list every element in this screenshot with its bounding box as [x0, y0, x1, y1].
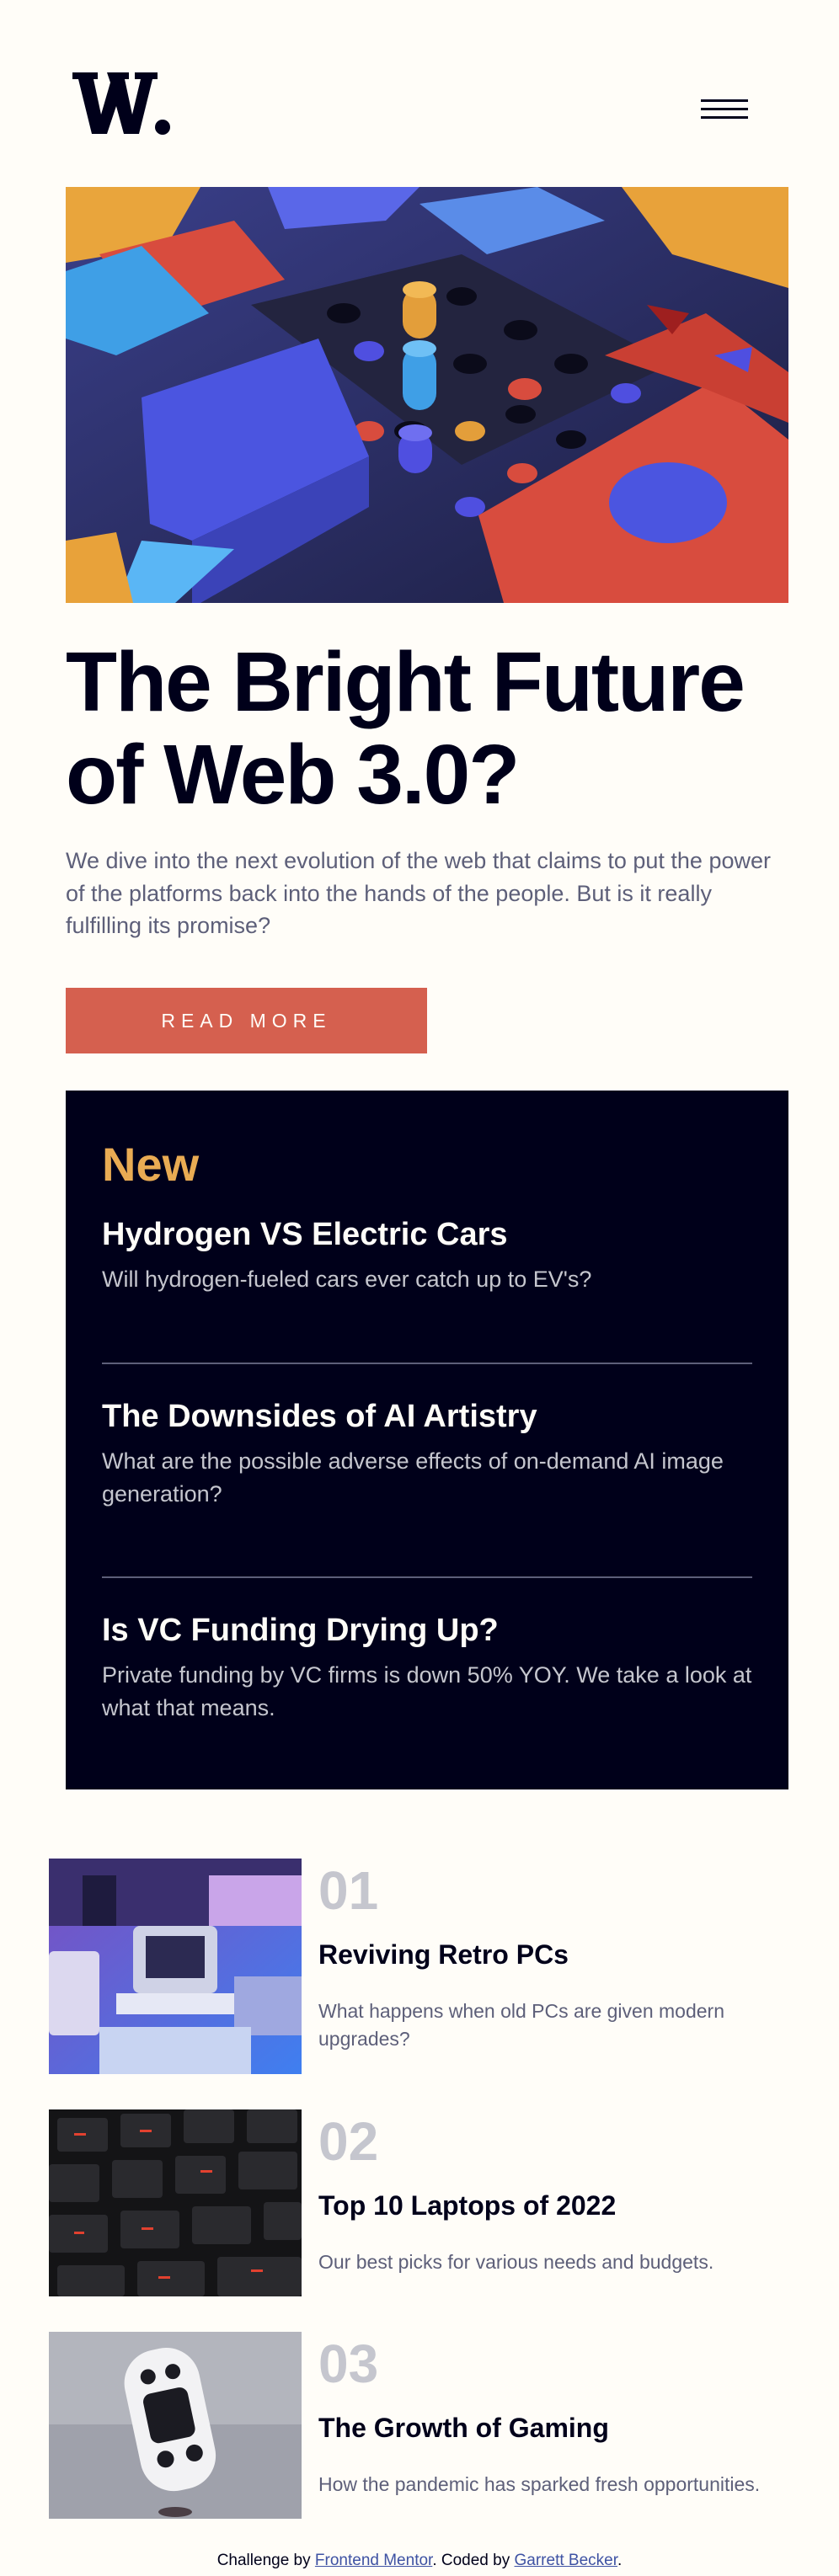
logo[interactable] [72, 69, 172, 136]
retro-pc-image[interactable] [49, 1859, 302, 2074]
article-number: 03 [318, 2333, 379, 2394]
article-number: 01 [318, 1860, 379, 1921]
divider [102, 1363, 752, 1364]
article-text: How the pandemic has sparked fresh oppor… [318, 2473, 761, 2495]
game-controller-image[interactable] [49, 2332, 302, 2519]
new-item-text: What are the possible adverse effects of… [102, 1448, 724, 1507]
article-title[interactable]: Top 10 Laptops of 2022 [318, 2190, 616, 2221]
new-articles-panel: New Hydrogen VS Electric Cars Will hydro… [66, 1091, 788, 1789]
menu-hamburger-icon[interactable] [701, 99, 748, 123]
frontend-mentor-link[interactable]: Frontend Mentor [315, 2552, 432, 2569]
divider [102, 1576, 752, 1578]
article-text: What happens when old PCs are given mode… [318, 2000, 725, 2050]
new-heading: New [102, 1138, 200, 1191]
new-item-title[interactable]: The Downsides of AI Artistry [102, 1399, 752, 1435]
new-item[interactable]: Hydrogen VS Electric Cars Will hydrogen-… [102, 1217, 752, 1296]
article-title[interactable]: Reviving Retro PCs [318, 1939, 569, 1971]
footer-text: Challenge by [216, 2552, 315, 2569]
menu-bar [701, 108, 748, 110]
hero-title-line: of Web 3.0? [66, 728, 520, 822]
author-link[interactable]: Garrett Becker [515, 2552, 618, 2569]
list-item: 03 The Growth of Gaming How the pandemic… [49, 2332, 790, 2519]
new-item-text: Private funding by VC firms is down 50% … [102, 1662, 752, 1720]
site-header [0, 0, 839, 185]
new-item-text: Will hydrogen-fueled cars ever catch up … [102, 1267, 592, 1292]
hero-description: We dive into the next evolution of the w… [66, 848, 771, 938]
footer-text: . Coded by [432, 2552, 515, 2569]
article-number: 02 [318, 2111, 379, 2172]
article-text: Our best picks for various needs and bud… [318, 2251, 714, 2273]
hero-title: The Bright Future of Web 3.0? [66, 636, 807, 821]
hero-title-line: The Bright Future [66, 635, 745, 729]
new-item-title[interactable]: Is VC Funding Drying Up? [102, 1613, 752, 1649]
new-item[interactable]: The Downsides of AI Artistry What are th… [102, 1399, 752, 1511]
footer-text: . [617, 2552, 623, 2569]
hero-image [66, 187, 788, 603]
read-more-button[interactable]: READ MORE [66, 988, 427, 1053]
list-item: 01 Reviving Retro PCs What happens when … [49, 1859, 790, 2074]
laptop-keyboard-image[interactable] [49, 2109, 302, 2296]
menu-bar [701, 116, 748, 119]
attribution-footer: Challenge by Frontend Mentor. Coded by G… [0, 2552, 839, 2570]
list-item: 02 Top 10 Laptops of 2022 Our best picks… [49, 2109, 790, 2296]
new-item[interactable]: Is VC Funding Drying Up? Private funding… [102, 1613, 752, 1725]
article-title[interactable]: The Growth of Gaming [318, 2413, 609, 2444]
menu-bar [701, 99, 748, 102]
new-item-title[interactable]: Hydrogen VS Electric Cars [102, 1217, 752, 1253]
